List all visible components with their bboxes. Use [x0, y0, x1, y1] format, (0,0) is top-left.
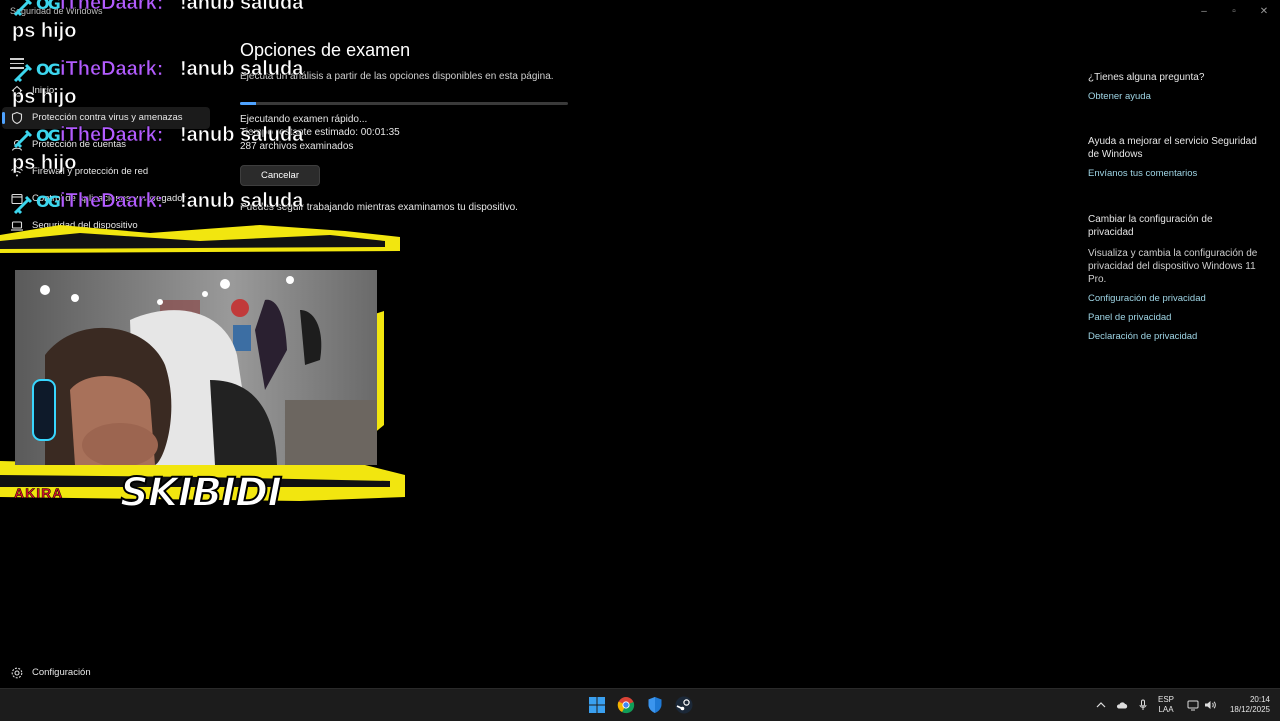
- speaker-icon[interactable]: [1203, 698, 1217, 712]
- get-help-link[interactable]: Obtener ayuda: [1088, 91, 1151, 102]
- og-badge: OG: [36, 126, 61, 145]
- privacy-description: Visualiza y cambia la configuración de p…: [1088, 248, 1258, 285]
- sword-icon: [13, 63, 33, 83]
- taskbar: ESP LAA 20:14 18/12/2025: [0, 688, 1280, 721]
- chat-username: iTheDaark:: [60, 58, 164, 81]
- gear-icon: [11, 667, 23, 679]
- chat-text: !anub saluda: [180, 190, 304, 213]
- chat-username: iTheDaark:: [60, 190, 164, 213]
- chat-text: !anub saluda: [180, 58, 304, 81]
- sword-icon: [13, 0, 33, 17]
- scan-progress-bar: [240, 102, 568, 105]
- question-heading: ¿Tienes alguna pregunta?: [1088, 72, 1205, 83]
- scan-progress-fill: [240, 102, 257, 105]
- sidebar-item-label: Configuración: [32, 667, 91, 678]
- webcam-logo-text: SKIBIDI: [119, 469, 283, 517]
- defender-icon[interactable]: [645, 695, 665, 715]
- steam-icon[interactable]: [674, 695, 694, 715]
- og-badge: OG: [36, 60, 61, 79]
- close-button[interactable]: ✕: [1252, 4, 1276, 20]
- chat-text-line2: ps hijo: [12, 86, 77, 109]
- chevron-up-icon[interactable]: [1094, 698, 1108, 712]
- og-badge: OG: [36, 192, 61, 211]
- microphone-icon[interactable]: [1136, 698, 1150, 712]
- webcam-video: [15, 270, 377, 465]
- chat-text: !anub saluda: [180, 124, 304, 147]
- network-icon[interactable]: [1186, 698, 1200, 712]
- improve-heading: Ayuda a mejorar el servicio Seguridad de…: [1088, 136, 1257, 160]
- og-badge: OG: [36, 0, 61, 13]
- chat-text: !anub saluda: [180, 0, 304, 14]
- privacy-statement-link[interactable]: Declaración de privacidad: [1088, 331, 1197, 342]
- sidebar-item-settings[interactable]: Configuración: [2, 662, 210, 684]
- chrome-icon[interactable]: [616, 695, 636, 715]
- sword-icon: [13, 129, 33, 149]
- chat-username: iTheDaark:: [60, 0, 164, 14]
- sword-icon: [13, 195, 33, 215]
- maximize-button[interactable]: ▫: [1222, 4, 1246, 20]
- language-code: ESP: [1158, 695, 1175, 704]
- chat-text-line2: ps hijo: [12, 152, 77, 175]
- privacy-heading: Cambiar la configuración de privacidad: [1088, 214, 1213, 238]
- system-clock[interactable]: 20:14 18/12/2025: [1220, 695, 1270, 715]
- privacy-settings-link[interactable]: Configuración de privacidad: [1088, 293, 1206, 304]
- sidebar-item-label: Protección contra virus y amenazas: [32, 112, 183, 123]
- windows-start-icon[interactable]: [587, 695, 607, 715]
- clock-date: 18/12/2025: [1229, 705, 1270, 714]
- webcam-scene: [15, 270, 377, 465]
- cloud-icon[interactable]: [1115, 698, 1129, 712]
- shield-icon: [11, 111, 23, 125]
- privacy-dashboard-link[interactable]: Panel de privacidad: [1088, 312, 1171, 323]
- chat-username: iTheDaark:: [60, 124, 164, 147]
- minimize-button[interactable]: –: [1192, 4, 1216, 20]
- clock-time: 20:14: [1249, 695, 1270, 704]
- feedback-link[interactable]: Envíanos tus comentarios: [1088, 168, 1197, 179]
- language-indicator[interactable]: ESP LAA: [1158, 695, 1174, 715]
- cancel-button[interactable]: Cancelar: [240, 165, 320, 186]
- chat-text-line2: ps hijo: [12, 20, 77, 43]
- webcam-tag: AKIRA: [14, 485, 64, 502]
- keyboard-layout: LAA: [1158, 705, 1174, 714]
